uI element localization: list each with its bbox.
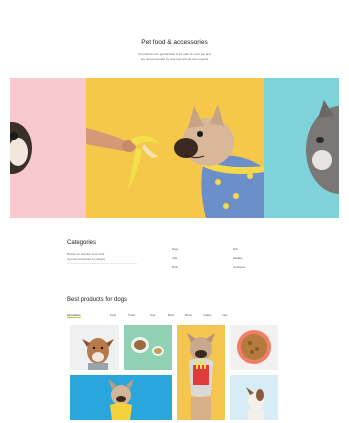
categories-title: Categories <box>67 240 97 246</box>
product-card[interactable] <box>177 325 225 420</box>
product-image-bowls <box>131 337 164 356</box>
banner-panel-pink <box>10 78 86 218</box>
category-link[interactable]: Dogs <box>172 245 178 254</box>
tab-all-products[interactable]: All products <box>67 314 81 318</box>
product-image-dog-blue <box>108 379 134 420</box>
categories-column: Dogs Cats Birds <box>172 245 178 272</box>
category-link[interactable]: Reptiles <box>233 254 245 263</box>
tab-care[interactable]: Care <box>222 314 228 317</box>
categories-intro: toys and accessories by category <box>67 258 106 261</box>
product-image-dog-sky <box>246 387 264 420</box>
categories-intro: Browse our selection of pet food, <box>67 253 105 256</box>
tab-collars[interactable]: Collars <box>203 314 211 317</box>
category-link[interactable]: Small pets <box>233 263 245 272</box>
cat-head-right-image <box>306 100 339 194</box>
tab-bowls[interactable]: Bowls <box>185 314 192 317</box>
hero-banner <box>10 78 339 218</box>
product-image-dog-fries <box>187 333 215 420</box>
product-card[interactable] <box>124 325 172 370</box>
banner-panel-teal <box>264 78 339 218</box>
categories-column: Fish Reptiles Small pets <box>233 245 245 272</box>
products-title: Best products for dogs <box>67 297 128 303</box>
dog-head-left-image <box>10 122 32 174</box>
tab-food[interactable]: Food <box>110 314 116 317</box>
categories-divider <box>67 263 137 265</box>
banner-panel-yellow <box>86 78 264 218</box>
product-card[interactable] <box>70 375 172 420</box>
dog-banana-image <box>86 104 264 218</box>
page-title: Pet food & accessories <box>141 39 208 46</box>
hero-subtitle: are recommended by vets and animal care … <box>140 57 209 61</box>
product-card[interactable] <box>230 375 278 420</box>
tab-toys[interactable]: Toys <box>150 314 155 317</box>
tab-beds[interactable]: Beds <box>168 314 174 317</box>
category-link[interactable]: Fish <box>233 245 245 254</box>
product-card[interactable] <box>70 325 119 370</box>
category-link[interactable]: Birds <box>172 263 178 272</box>
product-image-dog-portrait <box>82 338 114 370</box>
hero-subtitle: All products are guaranteed to be safe f… <box>138 52 211 56</box>
tab-treats[interactable]: Treats <box>128 314 135 317</box>
category-link[interactable]: Cats <box>172 254 178 263</box>
product-image-food-bowl <box>237 330 271 364</box>
product-card[interactable] <box>230 325 278 370</box>
